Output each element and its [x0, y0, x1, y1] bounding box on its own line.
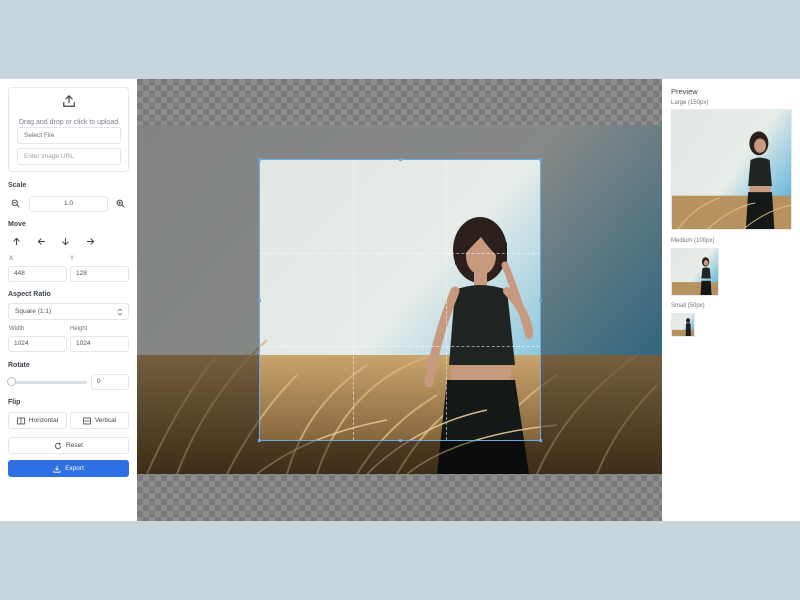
- preview-title: Preview: [671, 87, 698, 96]
- upload-hint: Drag and drop or click to upload: [18, 119, 119, 126]
- arrow-down-icon: [62, 237, 69, 246]
- flip-horizontal-button[interactable]: Horizontal: [8, 412, 67, 429]
- reset-button[interactable]: Reset: [8, 437, 129, 454]
- preview-small-image: [671, 313, 695, 337]
- aspect-ratio-label: Aspect Ratio: [8, 291, 51, 298]
- crop-canvas[interactable]: [137, 79, 662, 521]
- crop-mask-right: [541, 125, 662, 474]
- preview-large-image: [671, 109, 792, 230]
- scale-label: Scale: [8, 182, 27, 189]
- zoom-in-icon: [116, 199, 125, 208]
- width-label: Width: [9, 326, 25, 332]
- export-button[interactable]: Export: [8, 460, 129, 477]
- crop-handle-left[interactable]: [258, 299, 261, 302]
- zoom-in-button[interactable]: [113, 196, 128, 211]
- crop-selection-box[interactable]: [258, 158, 542, 442]
- controls-sidebar: Drag and drop or click to upload Select …: [0, 79, 137, 521]
- crop-mask-bottom: [259, 441, 541, 474]
- height-input[interactable]: 1024: [70, 336, 129, 352]
- rotate-slider-thumb[interactable]: [7, 377, 16, 386]
- crop-grid-line: [446, 160, 447, 440]
- flip-horizontal-icon: [17, 417, 25, 424]
- preview-panel: Preview Large (150px) Medium (100px) Sma…: [662, 79, 800, 521]
- flip-vertical-label: Vertical: [94, 417, 117, 424]
- scale-input[interactable]: 1.0: [29, 196, 108, 212]
- y-input[interactable]: 128: [70, 266, 129, 282]
- image-cropper-app: Drag and drop or click to upload Select …: [0, 79, 800, 521]
- y-label: Y: [70, 256, 75, 262]
- crop-handle-right[interactable]: [539, 299, 542, 302]
- crop-handle-bottom[interactable]: [399, 439, 402, 442]
- crop-handle-bottom-left[interactable]: [258, 439, 261, 442]
- move-label: Move: [8, 221, 26, 228]
- rotate-input[interactable]: 0: [91, 374, 129, 390]
- move-left-button[interactable]: [34, 234, 49, 249]
- move-down-button[interactable]: [58, 234, 73, 249]
- crop-grid-line: [353, 160, 354, 440]
- crop-grid-line: [260, 253, 540, 254]
- preview-medium-image: [671, 248, 719, 296]
- chevron-updown-icon: [117, 308, 123, 316]
- height-label: Height: [70, 326, 88, 332]
- image-url-input[interactable]: Enter image URL: [17, 148, 121, 165]
- move-right-button[interactable]: [83, 234, 98, 249]
- zoom-out-button[interactable]: [8, 196, 23, 211]
- export-label: Export: [65, 465, 84, 472]
- flip-horizontal-label: Horizontal: [28, 417, 59, 424]
- flip-label: Flip: [8, 399, 21, 406]
- aspect-ratio-select[interactable]: Square (1:1): [8, 303, 129, 320]
- zoom-out-icon: [11, 199, 20, 208]
- crop-grid-line: [260, 346, 540, 347]
- crop-mask-top: [259, 125, 541, 159]
- flip-vertical-icon: [83, 417, 91, 424]
- upload-dropzone[interactable]: Drag and drop or click to upload Select …: [8, 87, 129, 172]
- preview-medium-label: Medium (100px): [671, 238, 715, 244]
- download-icon: [53, 465, 61, 473]
- preview-small-label: Small (50px): [671, 303, 705, 309]
- aspect-ratio-value: Square (1:1): [15, 308, 52, 315]
- flip-vertical-button[interactable]: Vertical: [70, 412, 129, 429]
- upload-icon: [63, 95, 75, 107]
- crop-handle-top[interactable]: [399, 158, 402, 161]
- move-up-button[interactable]: [9, 234, 24, 249]
- rotate-slider-track[interactable]: [10, 381, 87, 384]
- width-input[interactable]: 1024: [8, 336, 67, 352]
- preview-large-label: Large (150px): [671, 100, 709, 106]
- reset-label: Reset: [66, 442, 83, 449]
- crop-handle-top-right[interactable]: [539, 158, 542, 161]
- crop-mask-left: [137, 125, 259, 474]
- arrow-up-icon: [13, 237, 20, 246]
- select-file-button[interactable]: Select File: [17, 127, 121, 144]
- arrow-left-icon: [37, 238, 46, 245]
- arrow-right-icon: [86, 238, 95, 245]
- x-input[interactable]: 448: [8, 266, 67, 282]
- rotate-label: Rotate: [8, 362, 30, 369]
- reset-icon: [55, 442, 61, 449]
- crop-handle-top-left[interactable]: [258, 158, 261, 161]
- x-label: X: [9, 256, 14, 262]
- crop-handle-bottom-right[interactable]: [539, 439, 542, 442]
